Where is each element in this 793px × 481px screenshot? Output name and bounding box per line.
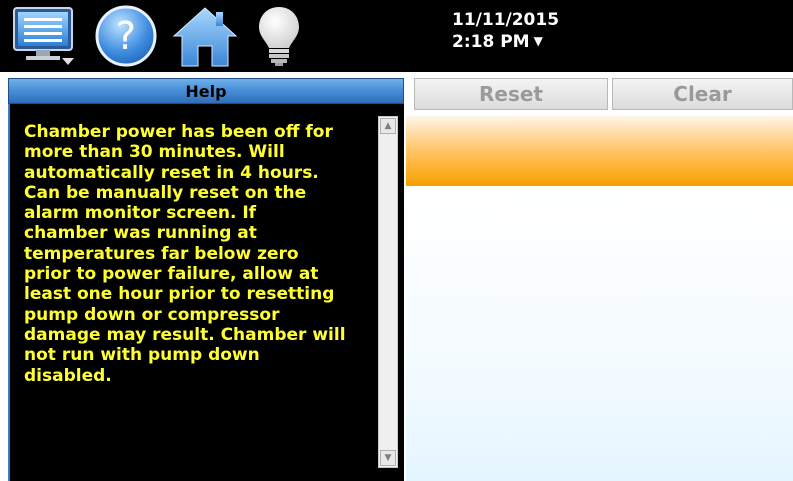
scroll-up-icon[interactable]: ▲ [380, 118, 396, 134]
reset-button[interactable]: Reset [414, 78, 608, 110]
alarm-list [406, 186, 793, 481]
help-scrollbar[interactable]: ▲ ▼ [378, 116, 398, 468]
clear-button[interactable]: Clear [612, 78, 793, 110]
help-message: Chamber power has been off for more than… [24, 122, 346, 386]
svg-text:?: ? [116, 14, 136, 58]
time-label: 2:18 PM [452, 32, 530, 52]
help-panel-title: Help [8, 78, 404, 104]
help-text-box: Chamber power has been off for more than… [8, 104, 404, 481]
alarm-button-bar: Reset Clear [406, 72, 793, 116]
scroll-down-icon[interactable]: ▼ [380, 450, 396, 466]
date-label: 11/11/2015 [452, 10, 560, 30]
alarm-list-item-selected[interactable] [406, 116, 793, 186]
chevron-down-icon[interactable]: ▼ [534, 34, 543, 48]
datetime-display[interactable]: 11/11/2015 2:18 PM ▼ [452, 10, 559, 53]
monitor-menu-icon[interactable] [12, 4, 78, 70]
alarm-panel: Reset Clear [406, 72, 793, 481]
home-icon[interactable] [170, 4, 240, 72]
help-panel: Help Chamber power has been off for more… [0, 72, 406, 481]
help-icon[interactable]: ? [94, 4, 158, 72]
time-row: 2:18 PM ▼ [452, 31, 559, 53]
top-bar: ? 11/11/2015 2:18 PM ▼ [0, 0, 793, 72]
lightbulb-icon[interactable] [254, 4, 304, 72]
